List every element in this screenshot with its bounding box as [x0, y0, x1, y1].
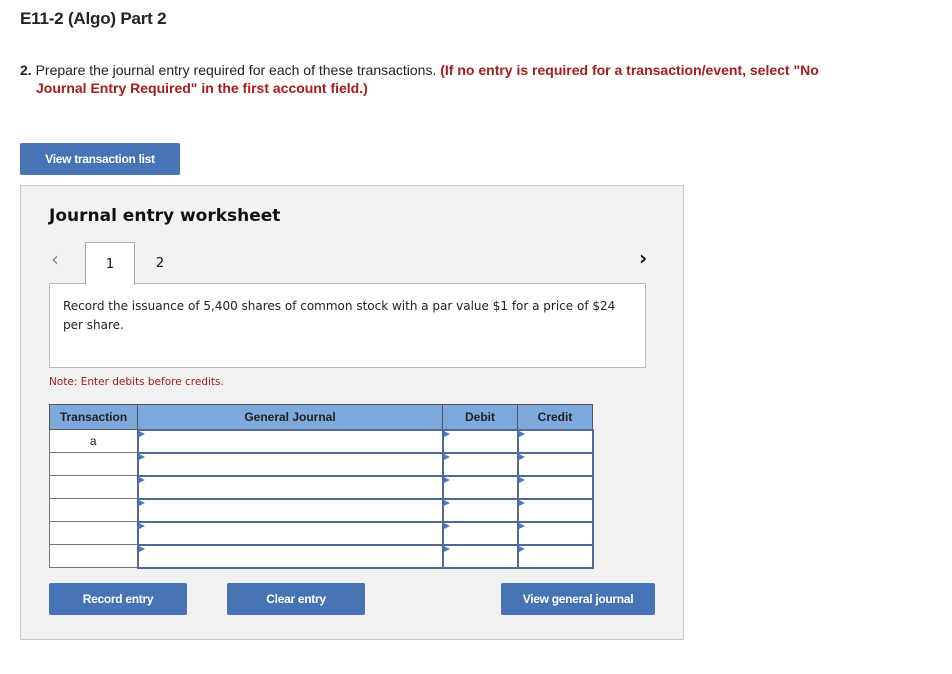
header-general-journal: General Journal [137, 404, 443, 430]
page-title: E11-2 (Algo) Part 2 [20, 9, 167, 28]
header-credit: Credit [517, 404, 593, 430]
transaction-cell [49, 475, 138, 499]
credit-input[interactable] [518, 430, 592, 452]
chevron-left-icon[interactable]: ‹ [51, 247, 59, 271]
header-debit: Debit [442, 404, 518, 430]
account-cell[interactable] [136, 451, 444, 477]
transaction-cell [49, 521, 138, 545]
transaction-cell [49, 498, 138, 522]
chevron-right-icon[interactable]: › [639, 246, 647, 270]
instruction-note-part-2: Journal Entry Required" in the first acc… [36, 80, 368, 96]
debit-cell[interactable] [441, 520, 519, 546]
table-row [49, 520, 594, 546]
credit-cell[interactable] [516, 497, 594, 523]
credit-cell[interactable] [516, 520, 594, 546]
credit-input[interactable] [518, 499, 592, 521]
transaction-description: Record the issuance of 5,400 shares of c… [49, 283, 646, 368]
credit-cell[interactable] [516, 451, 594, 477]
credit-input[interactable] [518, 453, 592, 475]
credit-input[interactable] [518, 545, 592, 567]
journal-table: Transaction General Journal Debit Credit… [49, 404, 594, 569]
debit-cell[interactable] [441, 497, 519, 523]
record-entry-button[interactable]: Record entry [49, 583, 187, 615]
debit-cell[interactable] [441, 428, 519, 454]
instruction-note-part-1: (If no entry is required for a transacti… [440, 62, 819, 78]
table-row [49, 474, 594, 500]
credit-input[interactable] [518, 476, 592, 498]
instruction-number: 2. [20, 62, 32, 78]
account-cell[interactable] [136, 428, 444, 454]
view-transaction-list-button[interactable]: View transaction list [20, 143, 180, 175]
credit-cell[interactable] [516, 543, 594, 569]
debit-cell[interactable] [441, 451, 519, 477]
debit-cell[interactable] [441, 474, 519, 500]
account-input[interactable] [138, 545, 442, 567]
account-input[interactable] [138, 476, 442, 498]
worksheet-title: Journal entry worksheet [49, 206, 281, 226]
instruction-text: Prepare the journal entry required for e… [35, 62, 437, 78]
transaction-cell [49, 544, 138, 568]
debit-credit-note: Note: Enter debits before credits. [49, 376, 224, 388]
account-cell[interactable] [136, 497, 444, 523]
account-cell[interactable] [136, 520, 444, 546]
debit-input[interactable] [443, 545, 517, 567]
instructions: 2. Prepare the journal entry required fo… [20, 61, 920, 97]
debit-input[interactable] [443, 453, 517, 475]
transaction-cell [49, 452, 138, 476]
tab-2[interactable]: 2 [135, 242, 185, 284]
debit-input[interactable] [443, 499, 517, 521]
account-input[interactable] [138, 453, 442, 475]
journal-entry-worksheet: Journal entry worksheet ‹ 1 2 › Record t… [20, 185, 684, 640]
debit-input[interactable] [443, 476, 517, 498]
account-cell[interactable] [136, 474, 444, 500]
journal-header-row: Transaction General Journal Debit Credit [49, 404, 593, 430]
credit-input[interactable] [518, 522, 592, 544]
debit-input[interactable] [443, 430, 517, 452]
transaction-cell: a [49, 429, 138, 453]
clear-entry-button[interactable]: Clear entry [227, 583, 365, 615]
account-input[interactable] [138, 522, 442, 544]
account-input[interactable] [138, 430, 442, 452]
debit-cell[interactable] [441, 543, 519, 569]
account-cell[interactable] [136, 543, 444, 569]
header-transaction: Transaction [49, 404, 138, 430]
table-row [49, 451, 594, 477]
table-row [49, 497, 594, 523]
table-row: a [49, 428, 594, 454]
view-general-journal-button[interactable]: View general journal [501, 583, 655, 615]
instructions-line-1: 2. Prepare the journal entry required fo… [20, 61, 920, 79]
credit-cell[interactable] [516, 428, 594, 454]
credit-cell[interactable] [516, 474, 594, 500]
tab-1[interactable]: 1 [85, 242, 135, 285]
table-row [49, 543, 594, 569]
debit-input[interactable] [443, 522, 517, 544]
account-input[interactable] [138, 499, 442, 521]
